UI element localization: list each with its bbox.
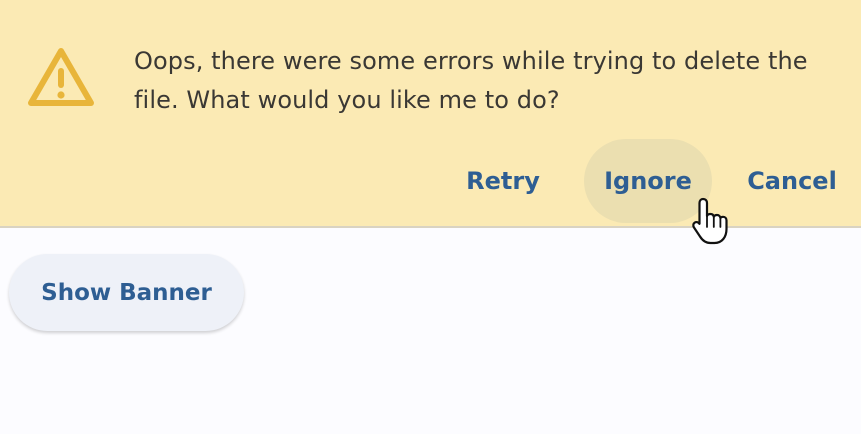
retry-button[interactable]: Retry xyxy=(455,139,551,223)
show-banner-button[interactable]: Show Banner xyxy=(9,254,244,331)
warning-triangle-icon xyxy=(28,48,94,106)
material-banner: Oops, there were some errors while tryin… xyxy=(0,0,861,228)
cancel-button[interactable]: Cancel xyxy=(738,139,846,223)
hand-pointer-icon xyxy=(692,197,728,245)
banner-message: Oops, there were some errors while tryin… xyxy=(134,47,808,114)
banner-actions: Retry Ignore Cancel xyxy=(0,139,861,223)
